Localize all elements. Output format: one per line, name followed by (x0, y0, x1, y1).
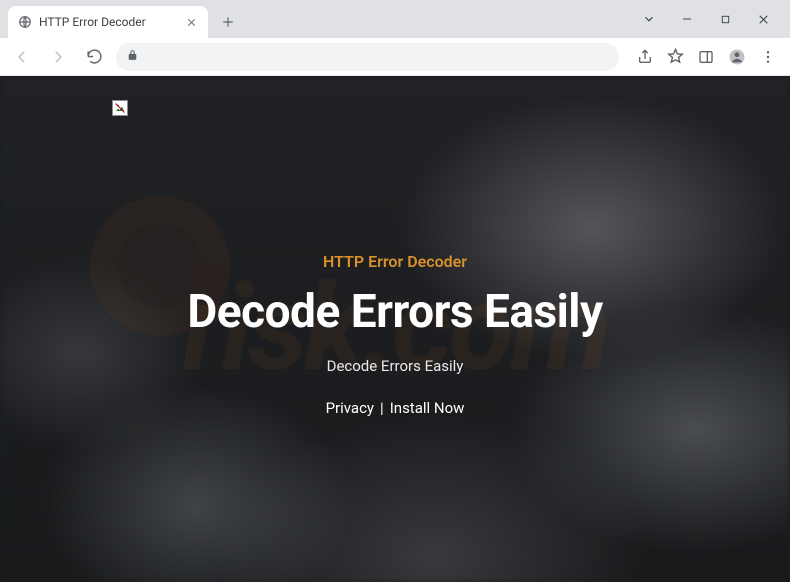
maximize-icon[interactable] (716, 10, 734, 28)
reload-button[interactable] (80, 43, 108, 71)
tab-title: HTTP Error Decoder (39, 15, 177, 29)
lock-icon (126, 47, 139, 66)
hero-content: HTTP Error Decoder Decode Errors Easily … (0, 76, 790, 582)
close-tab-icon[interactable] (184, 15, 198, 29)
window-controls (640, 0, 790, 38)
browser-titlebar: HTTP Error Decoder (0, 0, 790, 38)
forward-button[interactable] (44, 43, 72, 71)
install-link[interactable]: Install Now (390, 399, 465, 417)
minimize-icon[interactable] (678, 10, 696, 28)
subhead-text: Decode Errors Easily (327, 357, 464, 375)
page-viewport: risk.com HTTP Error Decoder Decode Error… (0, 76, 790, 582)
url-input[interactable] (147, 49, 609, 64)
eyebrow-text: HTTP Error Decoder (323, 252, 467, 271)
new-tab-button[interactable] (214, 8, 242, 36)
side-panel-icon[interactable] (698, 49, 714, 65)
chevron-down-icon[interactable] (640, 10, 658, 28)
toolbar-right-icons (627, 48, 782, 66)
headline-text: Decode Errors Easily (187, 285, 602, 339)
close-icon[interactable] (754, 10, 772, 28)
browser-toolbar (0, 38, 790, 76)
privacy-link[interactable]: Privacy (326, 399, 374, 417)
address-bar[interactable] (116, 43, 619, 71)
link-separator: | (380, 399, 384, 417)
globe-icon (18, 15, 32, 29)
browser-tab[interactable]: HTTP Error Decoder (8, 6, 208, 38)
profile-icon[interactable] (728, 48, 746, 66)
share-icon[interactable] (637, 49, 653, 65)
hero-links: Privacy | Install Now (326, 399, 465, 417)
back-button[interactable] (8, 43, 36, 71)
bookmark-icon[interactable] (667, 48, 684, 65)
menu-icon[interactable] (760, 49, 776, 65)
